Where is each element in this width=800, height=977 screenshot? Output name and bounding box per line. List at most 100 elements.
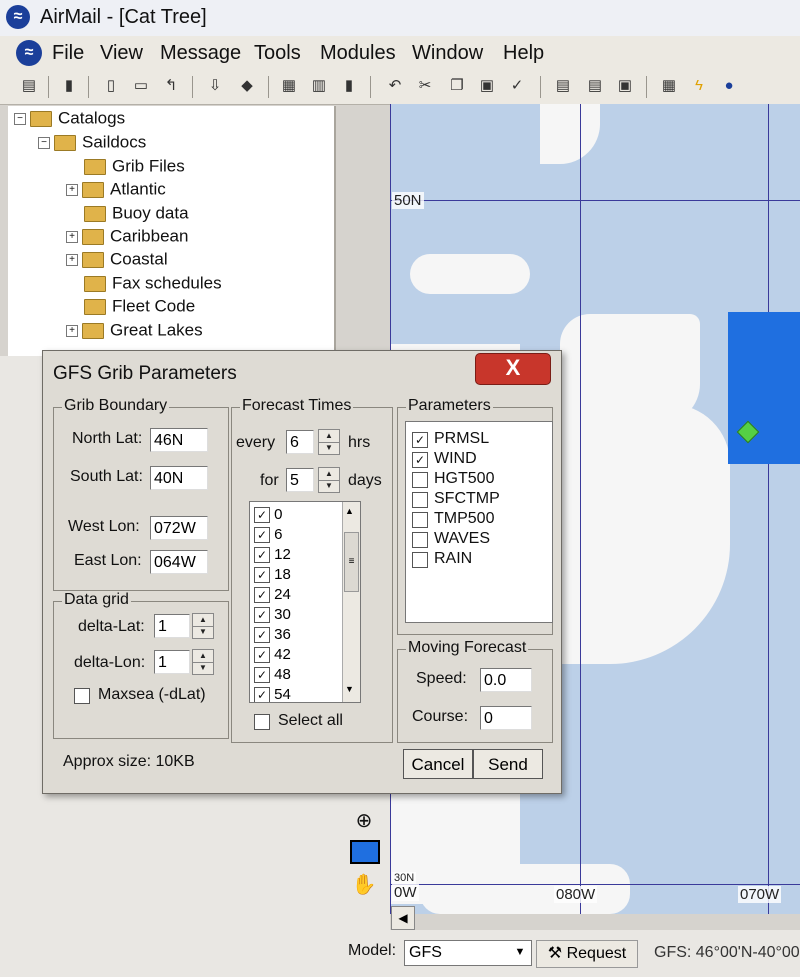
east-lon-input[interactable]: 064W (150, 550, 208, 574)
select-all-checkbox[interactable] (254, 714, 270, 730)
hour-checkbox[interactable]: ✓ (254, 607, 270, 624)
menu-message[interactable]: Message (160, 42, 241, 65)
west-lon-input[interactable]: 072W (150, 516, 208, 540)
tree-item[interactable]: Buoy data (84, 203, 189, 225)
list-item[interactable]: ✓ 24 (254, 586, 291, 606)
hour-checkbox[interactable]: ✓ (254, 687, 270, 702)
spin-down-icon[interactable]: ▼ (193, 662, 213, 674)
scroll-up-icon[interactable]: ▲ (345, 506, 354, 516)
spellcheck-icon[interactable]: ✓ (506, 75, 528, 97)
attach-icon[interactable]: ◆ (236, 75, 258, 97)
hgt500-checkbox[interactable] (412, 472, 428, 488)
hour-checkbox[interactable]: ✓ (254, 507, 270, 524)
speed-input[interactable]: 0.0 (480, 668, 532, 692)
parameters-list[interactable]: ✓ PRMSL ✓ WIND HGT500 SFCTMP TMP500 WAVE… (405, 421, 553, 623)
menu-help[interactable]: Help (503, 42, 544, 65)
every-spinner[interactable]: ▲ ▼ (318, 429, 340, 455)
tree-item[interactable]: Fax schedules (84, 273, 222, 295)
expand-icon[interactable]: + (66, 253, 78, 266)
list-item[interactable]: ✓ 6 (254, 526, 283, 546)
delta-lon-input[interactable]: 1 (154, 650, 190, 674)
grib-area-highlight[interactable] (728, 312, 800, 464)
expand-icon[interactable]: + (66, 324, 78, 337)
menu-window[interactable]: Window (412, 42, 483, 65)
tree-item[interactable]: Grib Files (84, 156, 185, 178)
list-scrollbar[interactable]: ▲ ≡ ▼ (342, 502, 360, 702)
tree-item-catalogs[interactable]: − Catalogs (14, 108, 125, 130)
tmp500-checkbox[interactable] (412, 512, 428, 528)
undo-icon[interactable]: ↶ (384, 75, 406, 97)
open-folder-icon[interactable]: ▭ (130, 75, 152, 97)
panel-icon[interactable]: ▣ (614, 75, 636, 97)
list-item[interactable]: ✓ 36 (254, 626, 291, 646)
scroll-down-icon[interactable]: ▼ (345, 684, 354, 694)
tree-item-saildocs[interactable]: − Saildocs (38, 132, 146, 154)
hour-checkbox[interactable]: ✓ (254, 527, 270, 544)
menu-view[interactable]: View (100, 42, 143, 65)
rain-checkbox[interactable] (412, 552, 428, 568)
trash-icon[interactable]: ▮ (338, 75, 360, 97)
new-message-icon[interactable]: ▯ (100, 75, 122, 97)
close-button[interactable]: X (475, 353, 551, 385)
tree-item[interactable]: + Great Lakes (66, 320, 203, 342)
expand-icon[interactable]: + (66, 183, 78, 196)
hand-pan-icon[interactable]: ✋ (350, 872, 378, 898)
address-book-icon[interactable]: ▤ (552, 75, 574, 97)
wind-checkbox[interactable]: ✓ (412, 452, 428, 468)
list-item[interactable]: ✓ 54 (254, 686, 291, 702)
tree-item[interactable]: Fleet Code (84, 296, 195, 318)
list-item[interactable]: ✓ 42 (254, 646, 291, 666)
hour-checkbox[interactable]: ✓ (254, 647, 270, 664)
send-button[interactable]: Send (473, 749, 543, 779)
course-input[interactable]: 0 (480, 706, 532, 730)
view-icon[interactable]: ▤ (584, 75, 606, 97)
south-lat-input[interactable]: 40N (150, 466, 208, 490)
menu-file[interactable]: File (52, 42, 84, 65)
cancel-button[interactable]: Cancel (403, 749, 473, 779)
collapse-icon[interactable]: − (14, 112, 26, 125)
print-icon[interactable]: ▦ (278, 75, 300, 97)
list-item[interactable]: ✓ 0 (254, 506, 283, 526)
reply-icon[interactable]: ↰ (160, 75, 182, 97)
spin-down-icon[interactable]: ▼ (319, 480, 339, 492)
maxsea-checkbox[interactable] (74, 688, 90, 704)
hour-checkbox[interactable]: ✓ (254, 567, 270, 584)
list-item[interactable]: ✓ 12 (254, 546, 291, 566)
for-input[interactable]: 5 (286, 468, 314, 492)
scroll-thumb[interactable]: ≡ (344, 532, 359, 592)
delta-lat-input[interactable]: 1 (154, 614, 190, 638)
outbox-icon[interactable]: ▥ (308, 75, 330, 97)
collapse-icon[interactable]: − (38, 136, 50, 149)
for-spinner[interactable]: ▲ ▼ (318, 467, 340, 493)
paste-icon[interactable]: ▣ (476, 75, 498, 97)
north-lat-input[interactable]: 46N (150, 428, 208, 452)
list-icon[interactable]: ▤ (18, 75, 40, 97)
hour-checkbox[interactable]: ✓ (254, 547, 270, 564)
spin-down-icon[interactable]: ▼ (193, 626, 213, 638)
list-item[interactable]: ✓ 30 (254, 606, 291, 626)
waves-checkbox[interactable] (412, 532, 428, 548)
list-item[interactable]: ✓ 48 (254, 666, 291, 686)
menu-modules[interactable]: Modules (320, 42, 396, 65)
delta-lat-spinner[interactable]: ▲ ▼ (192, 613, 214, 639)
cut-icon[interactable]: ✂ (414, 75, 436, 97)
hour-checkbox[interactable]: ✓ (254, 667, 270, 684)
scroll-left-arrow[interactable]: ◀ (391, 906, 415, 930)
expand-icon[interactable]: + (66, 230, 78, 243)
delta-lon-spinner[interactable]: ▲ ▼ (192, 649, 214, 675)
every-input[interactable]: 6 (286, 430, 314, 454)
tree-item[interactable]: + Coastal (66, 249, 168, 271)
forecast-hours-list[interactable]: ✓ 0 ✓ 6 ✓ 12 ✓ 18 ✓ 24 ✓ 30 ✓ 36 ✓ 42 ✓ … (249, 501, 361, 703)
tree-item[interactable]: + Atlantic (66, 179, 166, 201)
hour-checkbox[interactable]: ✓ (254, 587, 270, 604)
crosshair-icon[interactable]: ⊕ (350, 808, 378, 834)
phone-icon[interactable]: ▮ (58, 75, 80, 97)
spin-down-icon[interactable]: ▼ (319, 442, 339, 454)
globe-icon[interactable]: ● (718, 75, 740, 97)
menu-tools[interactable]: Tools (254, 42, 301, 65)
menu-app-icon[interactable]: ≈ (16, 40, 42, 66)
map-icon[interactable]: ▦ (658, 75, 680, 97)
select-area-icon[interactable] (350, 840, 380, 864)
copy-icon[interactable]: ❐ (446, 75, 468, 97)
tree-item[interactable]: + Caribbean (66, 226, 188, 248)
